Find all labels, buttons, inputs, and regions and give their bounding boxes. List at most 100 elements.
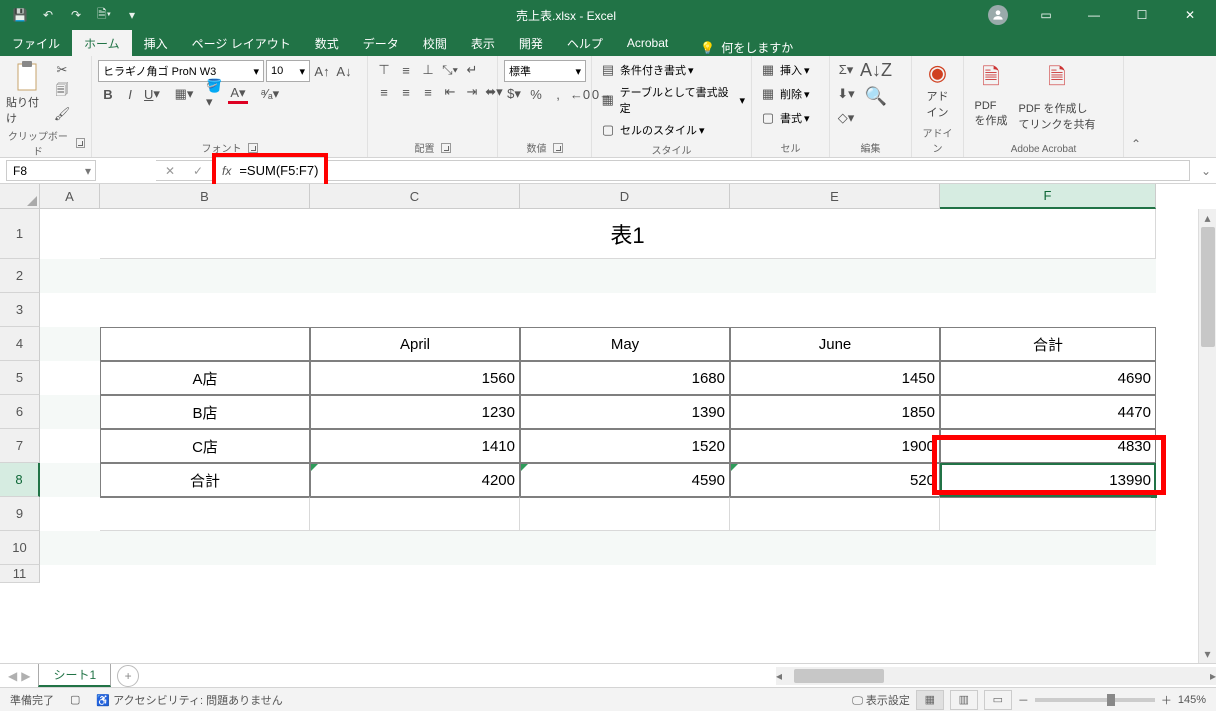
tab-ページ レイアウト[interactable]: ページ レイアウト bbox=[180, 30, 303, 56]
dialog-launcher[interactable] bbox=[441, 143, 451, 153]
scroll-up-icon[interactable]: ▴ bbox=[1204, 209, 1210, 227]
close-button[interactable]: ✕ bbox=[1168, 0, 1212, 30]
align-top-icon[interactable]: ⊤ bbox=[374, 60, 394, 80]
format-as-table-button[interactable]: ▦テーブルとして書式設定▾ bbox=[598, 84, 745, 116]
scroll-down-icon[interactable]: ▾ bbox=[1204, 645, 1210, 663]
currency-icon[interactable]: $▾ bbox=[504, 84, 524, 104]
formula-input[interactable] bbox=[328, 160, 1190, 181]
cell-F9[interactable] bbox=[940, 497, 1156, 531]
format-cells-button[interactable]: ▢書式▾ bbox=[758, 108, 810, 128]
row-header-4[interactable]: 4 bbox=[0, 327, 40, 361]
cell-E7[interactable]: 1900 bbox=[730, 429, 940, 463]
sheet-title-cell[interactable]: 表1 bbox=[100, 209, 1156, 259]
pdf-share-button[interactable]: 🗎PDF を作成し てリンクを共有 bbox=[1016, 60, 1098, 132]
increase-decimal-icon[interactable]: ←0 bbox=[570, 84, 590, 104]
page-layout-view-button[interactable]: ▥ bbox=[950, 690, 978, 710]
accessibility-status[interactable]: ♿ アクセシビリティ: 問題ありません bbox=[96, 692, 282, 708]
row-header-3[interactable]: 3 bbox=[0, 293, 40, 327]
row-header-5[interactable]: 5 bbox=[0, 361, 40, 395]
underline-button[interactable]: U▾ bbox=[142, 84, 162, 104]
cell-B5[interactable]: A店 bbox=[100, 361, 310, 395]
worksheet-grid[interactable]: ABCDEF 1234567891011 表1AprilMayJune合計A店1… bbox=[0, 184, 1216, 663]
clear-icon[interactable]: ◇▾ bbox=[836, 108, 856, 128]
sheet-next-icon[interactable]: ▶ bbox=[21, 669, 30, 683]
cell-B9[interactable] bbox=[100, 497, 310, 531]
scroll-left-icon[interactable]: ◂ bbox=[776, 667, 782, 685]
name-box[interactable]: F8▾ bbox=[6, 160, 96, 181]
sort-filter-icon[interactable]: A↓Z bbox=[866, 60, 886, 80]
cell-B4[interactable] bbox=[100, 327, 310, 361]
zoom-in-button[interactable]: ＋ bbox=[1161, 692, 1172, 708]
zoom-level[interactable]: 145% bbox=[1178, 694, 1206, 706]
cell-C7[interactable]: 1410 bbox=[310, 429, 520, 463]
conditional-format-button[interactable]: ▤条件付き書式▾ bbox=[598, 60, 694, 80]
border-button[interactable]: ▦▾ bbox=[174, 84, 194, 104]
cell-C6[interactable]: 1230 bbox=[310, 395, 520, 429]
italic-button[interactable]: I bbox=[120, 84, 140, 104]
cell-D5[interactable]: 1680 bbox=[520, 361, 730, 395]
cell-styles-button[interactable]: ▢セルのスタイル▾ bbox=[598, 120, 705, 140]
formula-text[interactable]: =SUM(F5:F7) bbox=[239, 163, 318, 178]
cell-C9[interactable] bbox=[310, 497, 520, 531]
cell-F7[interactable]: 4830 bbox=[940, 429, 1156, 463]
increase-indent-icon[interactable]: ⇥ bbox=[462, 82, 482, 102]
tab-ホーム[interactable]: ホーム bbox=[72, 30, 132, 56]
save-icon[interactable]: 💾 bbox=[8, 3, 32, 27]
col-header-B[interactable]: B bbox=[100, 184, 310, 209]
redo-icon[interactable]: ↷ bbox=[64, 3, 88, 27]
tab-Acrobat[interactable]: Acrobat bbox=[615, 30, 680, 56]
insert-cells-button[interactable]: ▦挿入▾ bbox=[758, 60, 810, 80]
row-header-1[interactable]: 1 bbox=[0, 209, 40, 259]
row-header-10[interactable]: 10 bbox=[0, 531, 40, 565]
wrap-text-icon[interactable]: ↵ bbox=[462, 60, 482, 80]
cell-B6[interactable]: B店 bbox=[100, 395, 310, 429]
zoom-slider[interactable] bbox=[1035, 698, 1155, 702]
col-header-D[interactable]: D bbox=[520, 184, 730, 209]
cell-B8[interactable]: 合計 bbox=[100, 463, 310, 497]
align-left-icon[interactable]: ≡ bbox=[374, 82, 394, 102]
sheet-tab[interactable]: シート1 bbox=[38, 664, 111, 687]
col-header-C[interactable]: C bbox=[310, 184, 520, 209]
decrease-indent-icon[interactable]: ⇤ bbox=[440, 82, 460, 102]
decrease-font-icon[interactable]: A↓ bbox=[334, 61, 354, 81]
collapse-ribbon-button[interactable]: ⌃ bbox=[1124, 56, 1148, 157]
align-right-icon[interactable]: ≡ bbox=[418, 82, 438, 102]
row-header-6[interactable]: 6 bbox=[0, 395, 40, 429]
tab-挿入[interactable]: 挿入 bbox=[132, 30, 180, 56]
tab-ファイル[interactable]: ファイル bbox=[0, 30, 72, 56]
enter-formula-button[interactable]: ✓ bbox=[184, 164, 212, 178]
row-header-8[interactable]: 8 bbox=[0, 463, 40, 497]
tab-表示[interactable]: 表示 bbox=[459, 30, 507, 56]
minimize-button[interactable]: — bbox=[1072, 0, 1116, 30]
qat-more-icon[interactable]: ▾ bbox=[120, 3, 144, 27]
align-bottom-icon[interactable]: ⊥ bbox=[418, 60, 438, 80]
fx-icon[interactable]: fx bbox=[222, 164, 231, 178]
cut-icon[interactable]: ✂ bbox=[52, 60, 72, 80]
increase-font-icon[interactable]: A↑ bbox=[312, 61, 332, 81]
hscroll-thumb[interactable] bbox=[794, 669, 884, 683]
expand-formula-bar[interactable]: ⌄ bbox=[1196, 158, 1216, 183]
row-header-7[interactable]: 7 bbox=[0, 429, 40, 463]
comma-icon[interactable]: , bbox=[548, 84, 568, 104]
percent-icon[interactable]: % bbox=[526, 84, 546, 104]
cell-C4[interactable]: April bbox=[310, 327, 520, 361]
number-format-combo[interactable]: 標準▾ bbox=[504, 60, 586, 82]
zoom-out-button[interactable]: － bbox=[1018, 692, 1029, 708]
delete-cells-button[interactable]: ▦削除▾ bbox=[758, 84, 810, 104]
tab-データ[interactable]: データ bbox=[351, 30, 411, 56]
dialog-launcher[interactable] bbox=[76, 138, 85, 148]
dialog-launcher[interactable] bbox=[553, 143, 563, 153]
scroll-right-icon[interactable]: ▸ bbox=[1210, 667, 1216, 685]
row-header-9[interactable]: 9 bbox=[0, 497, 40, 531]
fill-icon[interactable]: ⬇▾ bbox=[836, 84, 856, 104]
tab-校閲[interactable]: 校閲 bbox=[411, 30, 459, 56]
font-size-combo[interactable]: 10▾ bbox=[266, 60, 310, 82]
pdf-create-button[interactable]: 🗎PDF を作成 bbox=[970, 60, 1012, 128]
format-painter-icon[interactable]: 🖌 bbox=[52, 104, 72, 124]
qat-doc-icon[interactable]: 🗎▾ bbox=[92, 3, 116, 27]
vscroll-thumb[interactable] bbox=[1201, 227, 1215, 347]
fill-color-button[interactable]: 🪣▾ bbox=[206, 84, 226, 104]
vertical-scrollbar[interactable]: ▴ ▾ bbox=[1198, 209, 1216, 663]
cancel-formula-button[interactable]: ✕ bbox=[156, 164, 184, 178]
bold-button[interactable]: B bbox=[98, 84, 118, 104]
